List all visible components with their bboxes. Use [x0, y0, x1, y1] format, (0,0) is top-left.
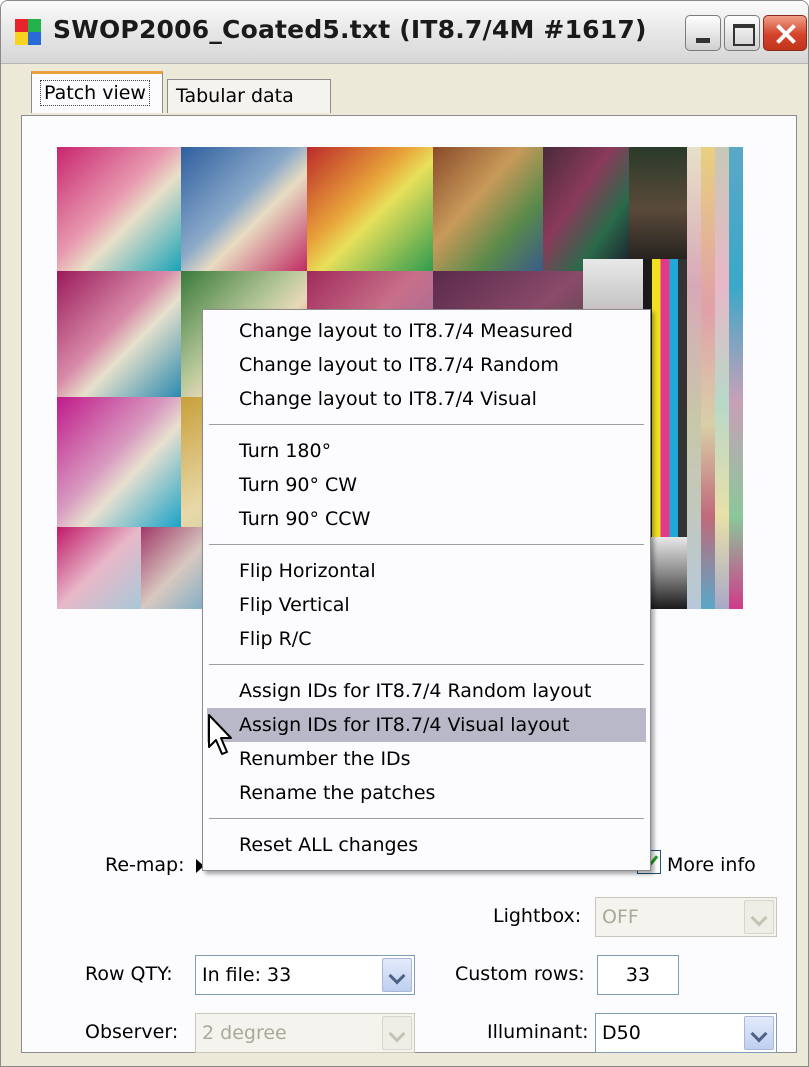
menu-item-turn-180[interactable]: Turn 180° [207, 434, 646, 468]
menu-separator [209, 818, 644, 820]
more-info-label[interactable]: More info [667, 854, 756, 876]
menu-item-rename-patches[interactable]: Rename the patches [207, 776, 646, 810]
menu-item-flip-vertical[interactable]: Flip Vertical [207, 588, 646, 622]
row-qty-label: Row QTY: [85, 963, 173, 985]
chevron-down-icon[interactable] [382, 958, 412, 992]
illuminant-value: D50 [602, 1022, 641, 1044]
menu-item-renumber-ids[interactable]: Renumber the IDs [207, 742, 646, 776]
custom-rows-label: Custom rows: [455, 963, 585, 985]
menu-separator [209, 544, 644, 546]
row-qty-value: In file: 33 [202, 964, 292, 986]
app-window: SWOP2006_Coated5.txt (IT8.7/4M #1617) Pa… [0, 0, 809, 1067]
illuminant-select[interactable]: D50 [595, 1013, 777, 1053]
menu-item-assign-ids-visual[interactable]: Assign IDs for IT8.7/4 Visual layout [207, 708, 646, 742]
mouse-cursor-icon [208, 714, 232, 755]
tab-tabular-data[interactable]: Tabular data [167, 79, 331, 113]
custom-rows-input[interactable]: 33 [597, 955, 679, 995]
chevron-down-icon[interactable] [744, 900, 774, 934]
menu-item-layout-random[interactable]: Change layout to IT8.7/4 Random [207, 348, 646, 382]
illuminant-label: Illuminant: [487, 1021, 589, 1043]
tab-patch-view-label: Patch view [40, 80, 150, 106]
context-menu: Change layout to IT8.7/4 Measured Change… [202, 309, 651, 871]
lightbox-value: OFF [602, 906, 639, 928]
menu-item-layout-measured[interactable]: Change layout to IT8.7/4 Measured [207, 314, 646, 348]
menu-item-turn-90-ccw[interactable]: Turn 90° CCW [207, 502, 646, 536]
menu-separator [209, 424, 644, 426]
observer-value: 2 degree [202, 1022, 287, 1044]
menu-item-reset-all[interactable]: Reset ALL changes [207, 828, 646, 862]
menu-item-flip-horizontal[interactable]: Flip Horizontal [207, 554, 646, 588]
chevron-down-icon[interactable] [382, 1016, 412, 1050]
title-bar[interactable]: SWOP2006_Coated5.txt (IT8.7/4M #1617) [1, 1, 808, 64]
menu-item-flip-rc[interactable]: Flip R/C [207, 622, 646, 656]
maximize-button[interactable] [724, 15, 760, 51]
observer-label: Observer: [85, 1021, 179, 1043]
remap-label: Re-map: [105, 854, 185, 876]
tab-tabular-data-label: Tabular data [176, 85, 294, 107]
row-qty-select[interactable]: In file: 33 [195, 955, 415, 995]
color-grid-icon [15, 19, 41, 45]
minimize-button[interactable] [685, 15, 721, 51]
lightbox-label: Lightbox: [493, 905, 582, 927]
menu-item-layout-visual[interactable]: Change layout to IT8.7/4 Visual [207, 382, 646, 416]
chevron-down-icon[interactable] [744, 1016, 774, 1050]
tab-patch-view[interactable]: Patch view [31, 71, 163, 113]
observer-select[interactable]: 2 degree [195, 1013, 415, 1053]
lightbox-select[interactable]: OFF [595, 897, 777, 937]
close-button[interactable] [763, 15, 807, 51]
menu-item-turn-90-cw[interactable]: Turn 90° CW [207, 468, 646, 502]
menu-item-assign-ids-random[interactable]: Assign IDs for IT8.7/4 Random layout [207, 674, 646, 708]
window-title: SWOP2006_Coated5.txt (IT8.7/4M #1617) [53, 15, 647, 44]
menu-separator [209, 664, 644, 666]
